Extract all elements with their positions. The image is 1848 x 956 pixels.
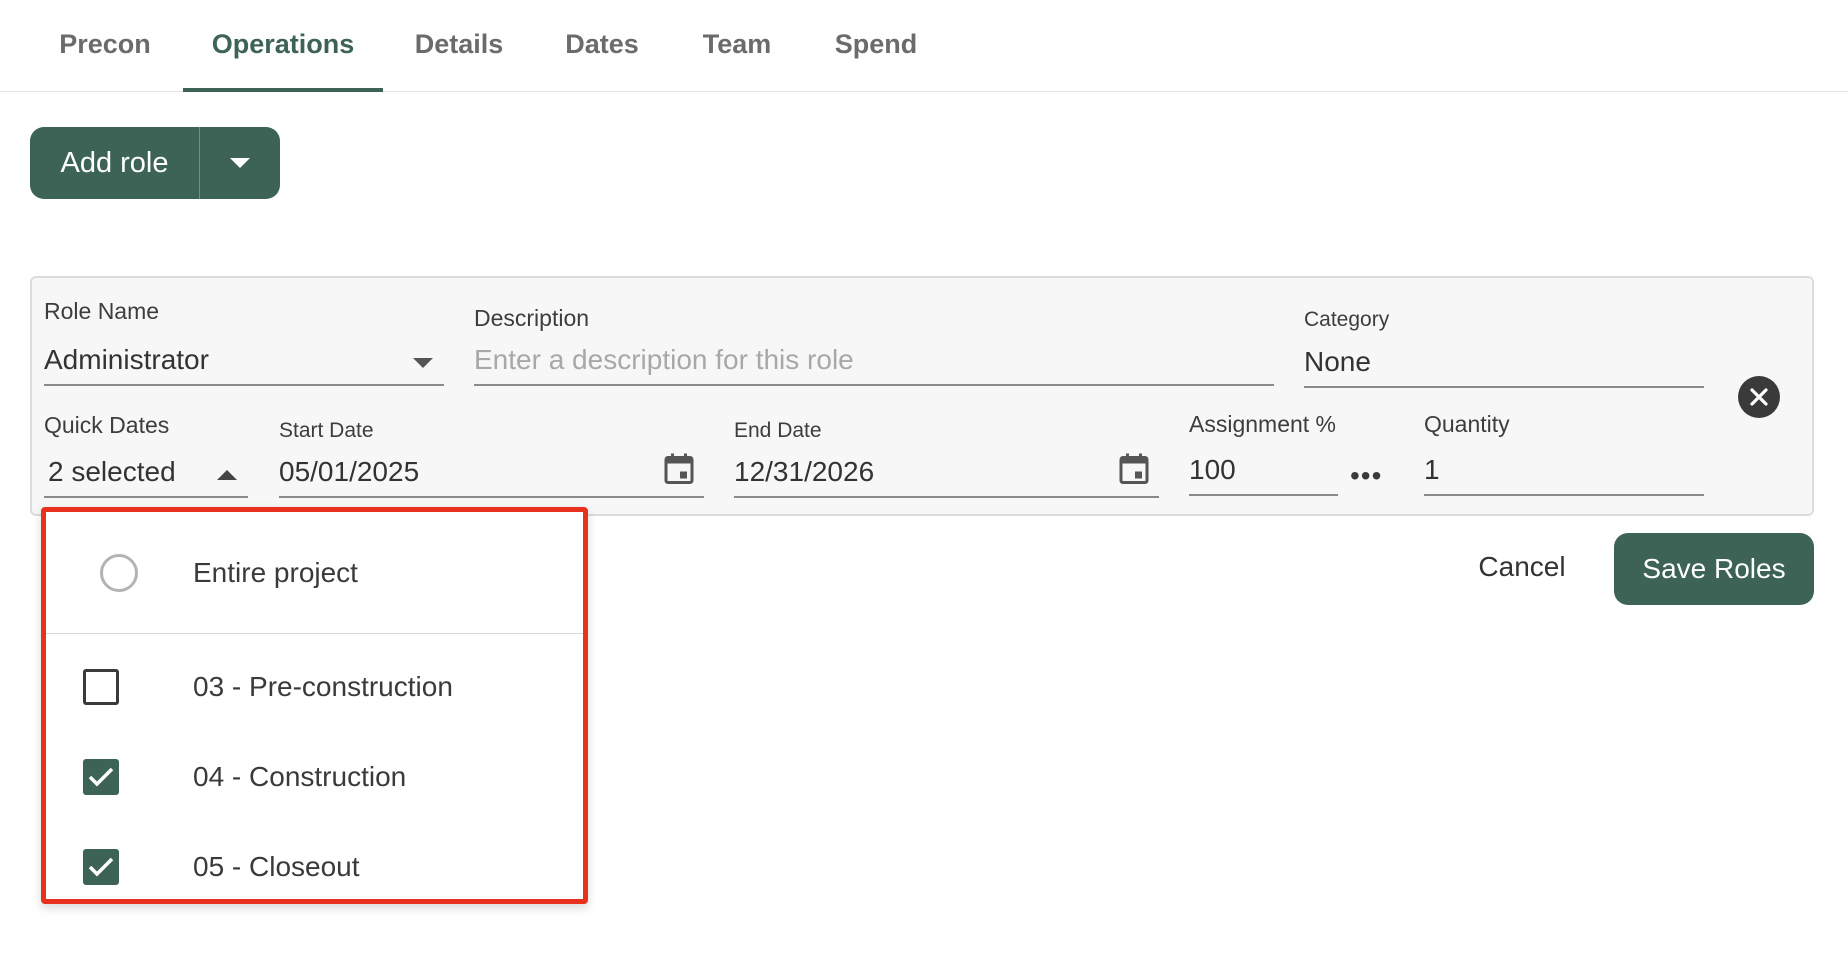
option-label: 05 - Closeout — [193, 851, 360, 882]
tab-bar: Precon Operations Details Dates Team Spe… — [0, 0, 1848, 92]
quantity-value: 1 — [1424, 454, 1440, 485]
role-name-value: Administrator — [44, 344, 209, 375]
checkbox[interactable] — [83, 669, 119, 705]
end-date-label: End Date — [734, 419, 822, 442]
description-field[interactable]: Enter a description for this role — [474, 336, 1274, 386]
description-label: Description — [474, 305, 590, 331]
entire-project-option[interactable]: Entire project — [46, 512, 583, 633]
option-label: 04 - Construction — [193, 761, 407, 792]
assignment-field[interactable]: 100 — [1189, 446, 1338, 496]
add-role-button[interactable]: Add role — [30, 127, 200, 199]
assignment-value: 100 — [1189, 454, 1236, 485]
save-roles-button[interactable]: Save Roles — [1614, 533, 1814, 605]
role-name-select[interactable]: Administrator — [44, 336, 444, 386]
add-role-menu-button[interactable] — [200, 127, 280, 199]
option-label: 03 - Pre-construction — [193, 671, 453, 702]
option-closeout[interactable]: 05 - Closeout — [46, 824, 583, 910]
close-icon — [1750, 388, 1768, 406]
option-pre-construction[interactable]: 03 - Pre-construction — [46, 644, 583, 730]
start-date-value: 05/01/2025 — [279, 456, 420, 487]
category-value: None — [1304, 346, 1371, 377]
remove-role-button[interactable] — [1738, 376, 1780, 418]
chevron-down-icon — [412, 344, 434, 376]
caret-down-icon — [230, 158, 250, 168]
start-date-label: Start Date — [279, 419, 374, 442]
calendar-icon[interactable] — [1119, 453, 1149, 492]
option-label: Entire project — [193, 556, 358, 588]
menu-divider — [46, 633, 583, 634]
tab-precon[interactable]: Precon — [30, 0, 180, 92]
more-options-icon[interactable]: ••• — [1350, 460, 1382, 492]
tab-dates[interactable]: Dates — [548, 0, 656, 92]
chevron-up-icon — [216, 456, 238, 488]
check-icon — [88, 857, 114, 877]
end-date-value: 12/31/2026 — [734, 456, 875, 487]
role-name-label: Role Name — [44, 298, 160, 324]
tab-spend[interactable]: Spend — [818, 0, 934, 92]
end-date-field[interactable]: 12/31/2026 — [734, 448, 1159, 498]
checkbox-checked[interactable] — [83, 849, 119, 885]
tab-team[interactable]: Team — [683, 0, 791, 92]
quantity-label: Quantity — [1424, 411, 1510, 437]
assignment-label: Assignment % — [1189, 411, 1337, 437]
cancel-button[interactable]: Cancel — [1462, 536, 1582, 598]
tab-operations[interactable]: Operations — [183, 0, 383, 92]
add-role-split-button: Add role — [30, 127, 280, 199]
category-field[interactable]: None — [1304, 338, 1704, 388]
quantity-field[interactable]: 1 — [1424, 446, 1704, 496]
option-construction[interactable]: 04 - Construction — [46, 734, 583, 820]
calendar-icon[interactable] — [664, 453, 694, 492]
category-label: Category — [1304, 308, 1390, 331]
quick-dates-select[interactable]: 2 selected — [44, 448, 248, 498]
start-date-field[interactable]: 05/01/2025 — [279, 448, 704, 498]
checkbox-checked[interactable] — [83, 759, 119, 795]
tab-details[interactable]: Details — [394, 0, 524, 92]
quick-dates-label: Quick Dates — [44, 412, 170, 438]
quick-dates-menu: Entire project 03 - Pre-construction 04 … — [41, 507, 588, 904]
quick-dates-value: 2 selected — [48, 456, 176, 487]
radio-button[interactable] — [100, 554, 138, 592]
check-icon — [88, 767, 114, 787]
description-placeholder: Enter a description for this role — [474, 344, 854, 375]
